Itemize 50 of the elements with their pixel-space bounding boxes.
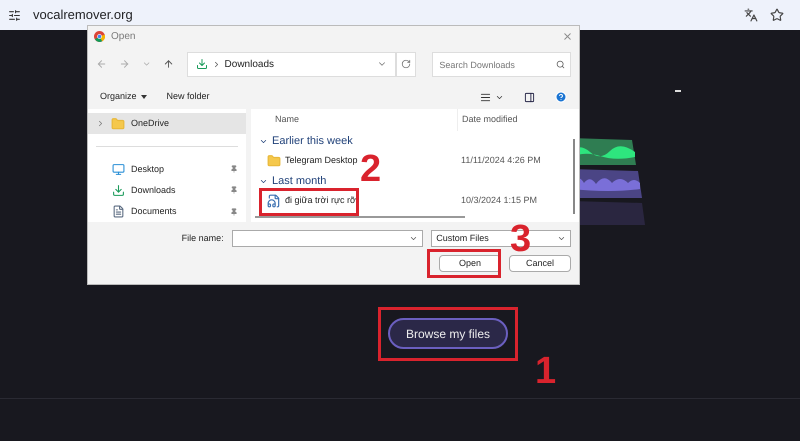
open-button[interactable]: Open xyxy=(439,255,501,272)
audio-file-icon xyxy=(267,194,281,208)
file-item[interactable]: đi giữa trời rực rỡ xyxy=(267,194,356,208)
path-text: Downloads xyxy=(224,58,274,72)
view-menu-icon[interactable] xyxy=(480,92,491,102)
name-column-header[interactable]: Name xyxy=(259,113,457,127)
download-icon xyxy=(196,58,208,70)
file-item[interactable]: Telegram Desktop xyxy=(267,154,358,168)
url-text[interactable]: vocalremover.org xyxy=(33,5,133,25)
dropdown-icon xyxy=(409,234,418,243)
expand-icon xyxy=(96,119,105,128)
nav-pane-item[interactable]: Downloads xyxy=(88,180,246,201)
nav-pane-item[interactable]: Documents xyxy=(88,201,246,222)
document-icon xyxy=(112,205,125,218)
folder-icon xyxy=(111,116,125,130)
group-header[interactable]: Earlier this week xyxy=(259,131,353,151)
help-icon[interactable] xyxy=(555,91,567,103)
refresh-icon xyxy=(401,59,412,69)
cancel-button[interactable]: Cancel xyxy=(509,255,571,272)
step-number: 2 xyxy=(360,150,382,188)
new-folder-button[interactable]: New folder xyxy=(166,90,210,104)
date-modified-cell-text: 11/11/2024 4:26 PM xyxy=(460,154,541,168)
dropdown-icon xyxy=(557,234,566,243)
caret-icon xyxy=(140,95,147,99)
nav-pane-item[interactable]: Desktop xyxy=(88,158,246,180)
date-column-header[interactable]: Date modified xyxy=(457,109,518,131)
site-info-icon[interactable] xyxy=(8,8,21,22)
close-icon[interactable] xyxy=(562,31,573,42)
address-field[interactable]: Downloads xyxy=(186,52,396,76)
organize-menu[interactable]: Organize xyxy=(100,90,147,104)
translate-icon[interactable] xyxy=(744,8,758,22)
bookmark-star-icon[interactable] xyxy=(770,8,784,22)
search-icon xyxy=(556,60,566,68)
download-icon xyxy=(112,184,125,197)
browser-logo-icon xyxy=(94,31,105,42)
date-modified-cell-text: 10/3/2024 1:15 PM xyxy=(460,194,538,208)
folder-icon xyxy=(267,154,281,168)
up-icon[interactable] xyxy=(163,58,175,70)
dash-mark xyxy=(675,90,681,92)
search-field[interactable]: Search Downloads xyxy=(432,52,572,77)
browse-files-button[interactable]: Browse my files xyxy=(388,318,508,349)
desktop-icon xyxy=(112,162,125,176)
file-name-field[interactable] xyxy=(232,230,424,247)
preview-pane-icon[interactable] xyxy=(524,92,535,102)
file-name-label: File name: xyxy=(180,232,225,245)
step-number: 1 xyxy=(535,352,556,390)
refresh-button[interactable] xyxy=(396,52,416,76)
dialog-title: Open xyxy=(111,30,136,44)
nav-pane-item[interactable]: OneDrive xyxy=(88,113,246,134)
group-header[interactable]: Last month xyxy=(259,171,326,191)
